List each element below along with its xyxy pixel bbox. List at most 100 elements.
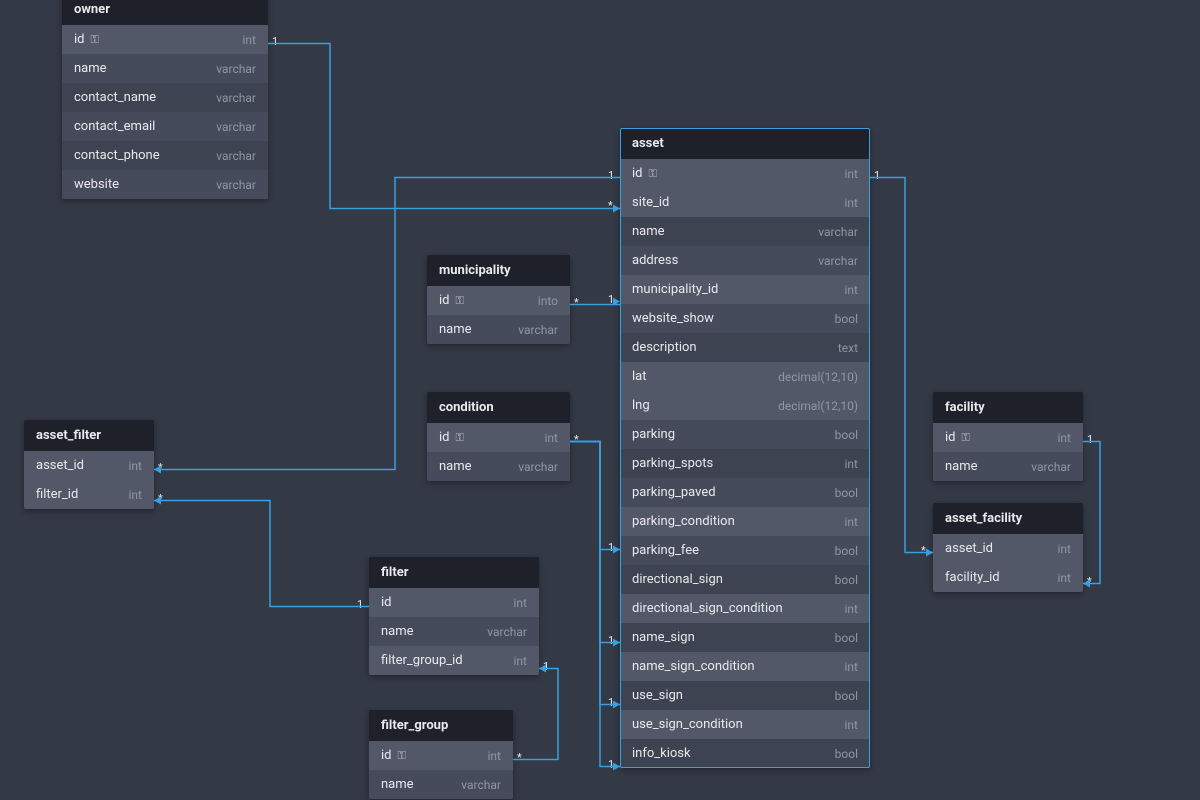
table-row[interactable]: directional_sign_conditionint bbox=[620, 594, 870, 623]
cardinality-label: 1 bbox=[272, 35, 278, 48]
column-name: contact_name bbox=[74, 90, 156, 105]
column-type: int bbox=[1058, 542, 1071, 556]
table-row[interactable]: asset_idint bbox=[24, 451, 154, 480]
column-type: bool bbox=[835, 747, 858, 761]
column-name: parking_spots bbox=[632, 456, 713, 471]
cardinality-label: * bbox=[1087, 575, 1092, 588]
column-type: int bbox=[845, 196, 858, 210]
column-type: varchar bbox=[216, 178, 256, 192]
column-name: name bbox=[439, 322, 472, 337]
table-row[interactable]: id⚿into bbox=[427, 286, 570, 315]
table-row[interactable]: filter_idint bbox=[24, 480, 154, 509]
table-row[interactable]: asset_id int bbox=[933, 534, 1083, 563]
column-name: name_sign bbox=[632, 630, 695, 645]
cardinality-label: * bbox=[608, 199, 613, 212]
column-type: int bbox=[129, 459, 142, 473]
table-asset_facility[interactable]: asset_facility asset_id int facility_idint bbox=[933, 503, 1083, 592]
table-row[interactable]: id⚿int bbox=[369, 741, 513, 770]
table-row[interactable]: id⚿ int bbox=[620, 159, 870, 188]
column-type: varchar bbox=[461, 778, 501, 792]
column-type: varchar bbox=[216, 91, 256, 105]
table-owner[interactable]: ownerid⚿intnamevarcharcontact_namevarcha… bbox=[62, 0, 268, 199]
key-icon: ⚿ bbox=[456, 431, 464, 445]
table-title[interactable]: asset_facility bbox=[933, 503, 1083, 534]
table-row[interactable]: parking_pavedbool bbox=[620, 478, 870, 507]
table-row[interactable]: info_kioskbool bbox=[620, 739, 870, 768]
table-municipality[interactable]: municipalityid⚿intonamevarchar bbox=[427, 255, 570, 344]
key-icon: ⚿ bbox=[398, 749, 406, 763]
column-name: facility_id bbox=[945, 570, 1000, 585]
table-row[interactable]: parking_conditionint bbox=[620, 507, 870, 536]
column-type: varchar bbox=[818, 254, 858, 268]
table-row[interactable]: id⚿int bbox=[933, 423, 1083, 452]
table-row[interactable]: id⚿int bbox=[62, 25, 268, 54]
table-row[interactable]: contact_phonevarchar bbox=[62, 141, 268, 170]
column-type: bool bbox=[835, 631, 858, 645]
table-row[interactable]: namevarchar bbox=[427, 452, 570, 481]
table-row[interactable]: lngdecimal(12,10) bbox=[620, 391, 870, 420]
table-condition[interactable]: conditionid⚿intnamevarchar bbox=[427, 392, 570, 481]
column-name: id⚿ bbox=[439, 293, 464, 308]
table-filter_group[interactable]: filter_groupid⚿intnamevarchar bbox=[369, 710, 513, 799]
table-title[interactable]: asset bbox=[620, 128, 870, 159]
column-type: varchar bbox=[216, 120, 256, 134]
erd-canvas[interactable]: ownerid⚿intnamevarcharcontact_namevarcha… bbox=[0, 0, 1200, 800]
table-row[interactable]: namevarchar bbox=[933, 452, 1083, 481]
table-title[interactable]: municipality bbox=[427, 255, 570, 286]
table-row[interactable]: site_idint bbox=[620, 188, 870, 217]
table-title[interactable]: facility bbox=[933, 392, 1083, 423]
table-row[interactable]: id⚿int bbox=[427, 423, 570, 452]
table-row[interactable]: directional_signbool bbox=[620, 565, 870, 594]
cardinality-label: * bbox=[574, 296, 579, 309]
table-row[interactable]: websitevarchar bbox=[62, 170, 268, 199]
table-row[interactable]: parkingbool bbox=[620, 420, 870, 449]
table-title[interactable]: filter bbox=[369, 557, 539, 588]
column-type: int bbox=[845, 167, 858, 181]
column-name: name bbox=[632, 224, 665, 239]
column-name: id⚿ bbox=[74, 32, 99, 47]
column-type: int bbox=[845, 515, 858, 529]
table-row[interactable]: parking_feebool bbox=[620, 536, 870, 565]
table-row[interactable]: facility_idint bbox=[933, 563, 1083, 592]
table-row[interactable]: municipality_idint bbox=[620, 275, 870, 304]
column-name: use_sign_condition bbox=[632, 717, 743, 732]
cardinality-label: 1 bbox=[357, 598, 363, 611]
table-title[interactable]: filter_group bbox=[369, 710, 513, 741]
table-row[interactable]: filter_group_idint bbox=[369, 646, 539, 675]
column-type: bool bbox=[835, 428, 858, 442]
table-row[interactable]: namevarchar bbox=[369, 770, 513, 799]
table-row[interactable]: name_sign bool bbox=[620, 623, 870, 652]
table-row[interactable]: website_showbool bbox=[620, 304, 870, 333]
column-name: parking_paved bbox=[632, 485, 716, 500]
column-type: varchar bbox=[216, 149, 256, 163]
column-name: asset_id bbox=[945, 541, 993, 556]
column-type: int bbox=[1058, 431, 1071, 445]
table-row[interactable]: namevarchar bbox=[620, 217, 870, 246]
table-row[interactable]: use_sign_condition int bbox=[620, 710, 870, 739]
column-name: id⚿ bbox=[632, 166, 657, 181]
table-row[interactable]: contact_emailvarchar bbox=[62, 112, 268, 141]
table-row[interactable]: latdecimal(12,10) bbox=[620, 362, 870, 391]
table-row[interactable]: namevarchar bbox=[62, 54, 268, 83]
table-row[interactable]: namevarchar bbox=[427, 315, 570, 344]
table-row[interactable]: contact_name varchar bbox=[62, 83, 268, 112]
column-name: id⚿ bbox=[439, 430, 464, 445]
table-asset[interactable]: assetid⚿intsite_idintnamevarcharaddressv… bbox=[620, 128, 870, 768]
table-row[interactable]: descriptiontext bbox=[620, 333, 870, 362]
column-type: int bbox=[845, 602, 858, 616]
table-title[interactable]: condition bbox=[427, 392, 570, 423]
table-row[interactable]: namevarchar bbox=[369, 617, 539, 646]
column-type: int bbox=[845, 718, 858, 732]
column-type: text bbox=[838, 341, 858, 355]
table-row[interactable]: use_signbool bbox=[620, 681, 870, 710]
table-row[interactable]: name_sign_conditionint bbox=[620, 652, 870, 681]
table-filter[interactable]: filteridintnamevarcharfilter_group_idint bbox=[369, 557, 539, 675]
cardinality-label: * bbox=[158, 461, 163, 474]
table-row[interactable]: idint bbox=[369, 588, 539, 617]
table-title[interactable]: owner bbox=[62, 0, 268, 25]
table-row[interactable]: addressvarchar bbox=[620, 246, 870, 275]
table-asset_filter[interactable]: asset_filterasset_idintfilter_idint bbox=[24, 420, 154, 509]
table-row[interactable]: parking_spotsint bbox=[620, 449, 870, 478]
table-facility[interactable]: facilityid⚿intnamevarchar bbox=[933, 392, 1083, 481]
table-title[interactable]: asset_filter bbox=[24, 420, 154, 451]
